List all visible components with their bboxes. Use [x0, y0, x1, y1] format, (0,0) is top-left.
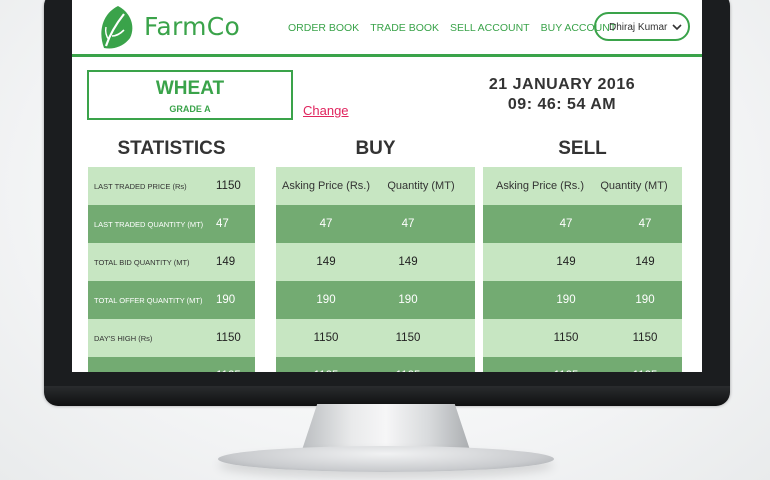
nav-sell-account[interactable]: SELL ACCOUNT — [450, 22, 530, 34]
sell-price: 1150 — [553, 332, 579, 344]
stat-row: TOTAL OFFER QUANTITY (MT) 190 — [88, 281, 255, 319]
leaf-icon — [101, 6, 133, 49]
buy-row: 1150 1150 — [276, 319, 475, 357]
sell-header-row: Asking Price (Rs.) Quantity (MT) — [483, 167, 682, 205]
sell-quantity: 47 — [638, 218, 652, 230]
sell-row: 1125 1125 — [483, 357, 682, 372]
stat-row: DAY'S HIGH (Rs) 1150 — [88, 319, 255, 357]
buy-header-row: Asking Price (Rs.) Quantity (MT) — [276, 167, 475, 205]
stat-value: 149 — [216, 256, 236, 268]
buy-quantity: 149 — [398, 256, 418, 268]
buy-quantity: 1125 — [363, 370, 453, 372]
brand-name[interactable]: FarmCo — [144, 12, 240, 41]
user-menu-button[interactable]: Dhiraj Kumar — [594, 12, 690, 41]
chevron-down-icon — [672, 24, 682, 31]
sell-row: 47 47 — [483, 205, 682, 243]
statistics-title: STATISTICS — [117, 138, 226, 159]
buy-row: 1125 1125 — [276, 357, 475, 372]
buy-price: 149 — [316, 256, 336, 268]
stat-label: TOTAL BID QUANTITY (MT) — [94, 258, 190, 267]
user-name: Dhiraj Kumar — [609, 22, 668, 33]
buy-row: 190 190 — [276, 281, 475, 319]
sell-row: 149 149 — [483, 243, 682, 281]
current-date: 21 JANUARY 2016 — [488, 76, 636, 93]
statistics-table: LAST TRADED PRICE (Rs) 1150 LAST TRADED … — [88, 167, 255, 372]
datetime-display: 21 JANUARY 2016 09: 46: 54 AM — [482, 76, 642, 114]
stat-label: LAST TRADED PRICE (Rs) — [94, 182, 187, 191]
stat-row: LAST TRADED QUANTITY (MT) 47 — [88, 205, 255, 243]
stat-value: 1125 — [216, 370, 241, 372]
sell-row: 190 190 — [483, 281, 682, 319]
app-screen: FarmCo ORDER BOOK TRADE BOOK SELL ACCOUN… — [72, 0, 702, 372]
sell-price: 149 — [556, 256, 576, 268]
stat-row: TOTAL BID QUANTITY (MT) 149 — [88, 243, 255, 281]
sell-price: 1125 — [521, 370, 611, 372]
change-product-link[interactable]: Change — [303, 103, 349, 118]
buy-price: 1125 — [281, 370, 371, 372]
sell-row: 1150 1150 — [483, 319, 682, 357]
nav-trade-book[interactable]: TRADE BOOK — [370, 22, 439, 34]
stat-label: LAST TRADED QUANTITY (MT) — [94, 220, 204, 229]
stat-value: 190 — [216, 294, 236, 306]
buy-quantity-header: Quantity (MT) — [387, 180, 455, 192]
stat-value: 47 — [216, 218, 229, 230]
buy-row: 47 47 — [276, 205, 475, 243]
buy-title: BUY — [355, 138, 396, 159]
product-selector: WHEAT GRADE A — [87, 70, 293, 120]
stat-label: TOTAL OFFER QUANTITY (MT) — [94, 296, 203, 305]
buy-price: 190 — [316, 294, 336, 306]
sell-title: SELL — [558, 138, 607, 159]
sell-quantity: 190 — [635, 294, 655, 306]
nav-order-book[interactable]: ORDER BOOK — [288, 22, 359, 34]
buy-quantity: 1150 — [395, 332, 421, 344]
stat-row: 1125 — [88, 357, 255, 372]
sell-quantity: 1125 — [600, 370, 690, 372]
current-time: 09: 46: 54 AM — [507, 96, 617, 113]
stat-value: 1150 — [216, 332, 241, 344]
buy-price: 1150 — [313, 332, 339, 344]
monitor-stand-base — [218, 446, 554, 472]
sell-table: Asking Price (Rs.) Quantity (MT) 47 47 1… — [483, 167, 682, 372]
product-name: WHEAT — [155, 78, 225, 99]
app-header: FarmCo ORDER BOOK TRADE BOOK SELL ACCOUN… — [72, 0, 702, 57]
sell-price: 190 — [556, 294, 576, 306]
buy-quantity: 190 — [398, 294, 418, 306]
buy-table: Asking Price (Rs.) Quantity (MT) 47 47 1… — [276, 167, 475, 372]
stat-label: DAY'S HIGH (Rs) — [94, 334, 153, 343]
sell-quantity: 1150 — [632, 332, 658, 344]
product-grade: GRADE A — [169, 104, 211, 114]
stat-row: LAST TRADED PRICE (Rs) 1150 — [88, 167, 255, 205]
monitor-chin — [44, 386, 730, 406]
buy-row: 149 149 — [276, 243, 475, 281]
sell-price-header: Asking Price (Rs.) — [495, 180, 585, 192]
sell-quantity-header: Quantity (MT) — [600, 180, 668, 192]
buy-price-header: Asking Price (Rs.) — [281, 180, 371, 192]
buy-quantity: 47 — [401, 218, 415, 230]
stat-value: 1150 — [216, 180, 241, 192]
sell-quantity: 149 — [635, 256, 655, 268]
main-nav: ORDER BOOK TRADE BOOK SELL ACCOUNT BUY A… — [288, 22, 616, 34]
sell-price: 47 — [559, 218, 573, 230]
buy-price: 47 — [319, 218, 333, 230]
